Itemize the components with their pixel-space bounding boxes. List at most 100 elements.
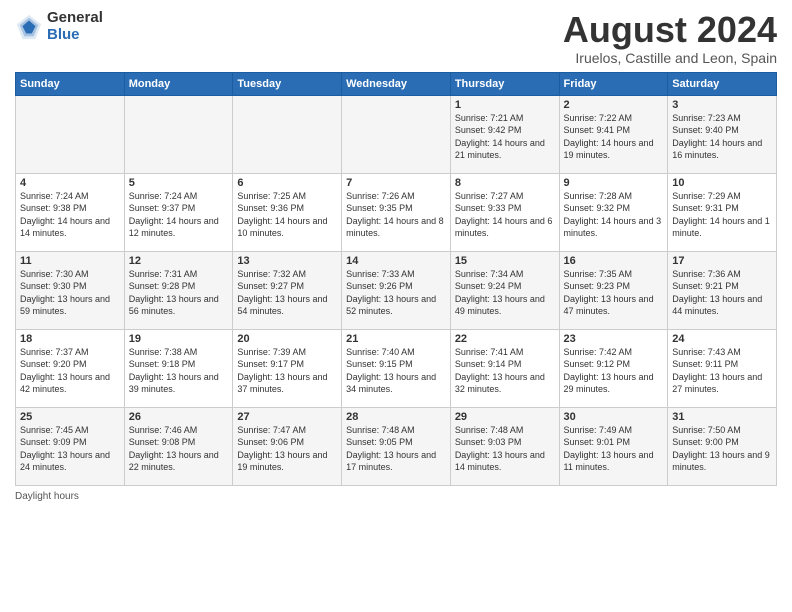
col-tuesday: Tuesday xyxy=(233,72,342,95)
col-saturday: Saturday xyxy=(668,72,777,95)
day-info: Sunrise: 7:23 AM Sunset: 9:40 PM Dayligh… xyxy=(672,112,772,162)
day-cell: 5Sunrise: 7:24 AM Sunset: 9:37 PM Daylig… xyxy=(124,173,233,251)
day-cell: 2Sunrise: 7:22 AM Sunset: 9:41 PM Daylig… xyxy=(559,95,668,173)
col-thursday: Thursday xyxy=(450,72,559,95)
day-cell: 8Sunrise: 7:27 AM Sunset: 9:33 PM Daylig… xyxy=(450,173,559,251)
day-info: Sunrise: 7:27 AM Sunset: 9:33 PM Dayligh… xyxy=(455,190,555,240)
day-number: 21 xyxy=(346,333,446,345)
day-number: 29 xyxy=(455,411,555,423)
day-number: 27 xyxy=(237,411,337,423)
day-number: 30 xyxy=(564,411,664,423)
day-cell: 29Sunrise: 7:48 AM Sunset: 9:03 PM Dayli… xyxy=(450,407,559,485)
day-info: Sunrise: 7:50 AM Sunset: 9:00 PM Dayligh… xyxy=(672,424,772,474)
day-info: Sunrise: 7:29 AM Sunset: 9:31 PM Dayligh… xyxy=(672,190,772,240)
day-number: 4 xyxy=(20,177,120,189)
day-cell: 26Sunrise: 7:46 AM Sunset: 9:08 PM Dayli… xyxy=(124,407,233,485)
day-cell: 1Sunrise: 7:21 AM Sunset: 9:42 PM Daylig… xyxy=(450,95,559,173)
logo-text: General Blue xyxy=(47,10,103,43)
day-info: Sunrise: 7:24 AM Sunset: 9:37 PM Dayligh… xyxy=(129,190,229,240)
day-info: Sunrise: 7:24 AM Sunset: 9:38 PM Dayligh… xyxy=(20,190,120,240)
day-cell: 31Sunrise: 7:50 AM Sunset: 9:00 PM Dayli… xyxy=(668,407,777,485)
day-number: 24 xyxy=(672,333,772,345)
day-number: 12 xyxy=(129,255,229,267)
day-cell: 14Sunrise: 7:33 AM Sunset: 9:26 PM Dayli… xyxy=(342,251,451,329)
day-info: Sunrise: 7:48 AM Sunset: 9:03 PM Dayligh… xyxy=(455,424,555,474)
day-info: Sunrise: 7:48 AM Sunset: 9:05 PM Dayligh… xyxy=(346,424,446,474)
day-cell: 22Sunrise: 7:41 AM Sunset: 9:14 PM Dayli… xyxy=(450,329,559,407)
week-row-3: 18Sunrise: 7:37 AM Sunset: 9:20 PM Dayli… xyxy=(16,329,777,407)
day-info: Sunrise: 7:35 AM Sunset: 9:23 PM Dayligh… xyxy=(564,268,664,318)
calendar-table: Sunday Monday Tuesday Wednesday Thursday… xyxy=(15,72,777,486)
day-number: 5 xyxy=(129,177,229,189)
day-number: 8 xyxy=(455,177,555,189)
logo: General Blue xyxy=(15,10,103,43)
week-row-1: 4Sunrise: 7:24 AM Sunset: 9:38 PM Daylig… xyxy=(16,173,777,251)
day-cell: 18Sunrise: 7:37 AM Sunset: 9:20 PM Dayli… xyxy=(16,329,125,407)
day-cell: 25Sunrise: 7:45 AM Sunset: 9:09 PM Dayli… xyxy=(16,407,125,485)
day-cell xyxy=(233,95,342,173)
day-number: 6 xyxy=(237,177,337,189)
day-info: Sunrise: 7:28 AM Sunset: 9:32 PM Dayligh… xyxy=(564,190,664,240)
day-cell: 13Sunrise: 7:32 AM Sunset: 9:27 PM Dayli… xyxy=(233,251,342,329)
day-info: Sunrise: 7:25 AM Sunset: 9:36 PM Dayligh… xyxy=(237,190,337,240)
day-number: 3 xyxy=(672,99,772,111)
day-info: Sunrise: 7:22 AM Sunset: 9:41 PM Dayligh… xyxy=(564,112,664,162)
day-info: Sunrise: 7:31 AM Sunset: 9:28 PM Dayligh… xyxy=(129,268,229,318)
day-number: 15 xyxy=(455,255,555,267)
calendar-subtitle: Iruelos, Castille and Leon, Spain xyxy=(563,50,777,66)
day-cell: 12Sunrise: 7:31 AM Sunset: 9:28 PM Dayli… xyxy=(124,251,233,329)
day-number: 19 xyxy=(129,333,229,345)
day-cell: 20Sunrise: 7:39 AM Sunset: 9:17 PM Dayli… xyxy=(233,329,342,407)
day-cell: 11Sunrise: 7:30 AM Sunset: 9:30 PM Dayli… xyxy=(16,251,125,329)
day-cell: 16Sunrise: 7:35 AM Sunset: 9:23 PM Dayli… xyxy=(559,251,668,329)
day-cell xyxy=(16,95,125,173)
day-cell: 30Sunrise: 7:49 AM Sunset: 9:01 PM Dayli… xyxy=(559,407,668,485)
week-row-2: 11Sunrise: 7:30 AM Sunset: 9:30 PM Dayli… xyxy=(16,251,777,329)
col-sunday: Sunday xyxy=(16,72,125,95)
day-info: Sunrise: 7:34 AM Sunset: 9:24 PM Dayligh… xyxy=(455,268,555,318)
day-number: 28 xyxy=(346,411,446,423)
day-info: Sunrise: 7:30 AM Sunset: 9:30 PM Dayligh… xyxy=(20,268,120,318)
day-info: Sunrise: 7:36 AM Sunset: 9:21 PM Dayligh… xyxy=(672,268,772,318)
day-cell: 28Sunrise: 7:48 AM Sunset: 9:05 PM Dayli… xyxy=(342,407,451,485)
day-number: 25 xyxy=(20,411,120,423)
day-cell: 21Sunrise: 7:40 AM Sunset: 9:15 PM Dayli… xyxy=(342,329,451,407)
day-info: Sunrise: 7:26 AM Sunset: 9:35 PM Dayligh… xyxy=(346,190,446,240)
day-info: Sunrise: 7:45 AM Sunset: 9:09 PM Dayligh… xyxy=(20,424,120,474)
logo-general: General xyxy=(47,10,103,27)
day-info: Sunrise: 7:39 AM Sunset: 9:17 PM Dayligh… xyxy=(237,346,337,396)
day-info: Sunrise: 7:38 AM Sunset: 9:18 PM Dayligh… xyxy=(129,346,229,396)
day-info: Sunrise: 7:43 AM Sunset: 9:11 PM Dayligh… xyxy=(672,346,772,396)
week-row-4: 25Sunrise: 7:45 AM Sunset: 9:09 PM Dayli… xyxy=(16,407,777,485)
day-cell xyxy=(342,95,451,173)
main-container: General Blue August 2024 Iruelos, Castil… xyxy=(0,0,792,612)
day-cell: 24Sunrise: 7:43 AM Sunset: 9:11 PM Dayli… xyxy=(668,329,777,407)
day-info: Sunrise: 7:46 AM Sunset: 9:08 PM Dayligh… xyxy=(129,424,229,474)
day-number: 2 xyxy=(564,99,664,111)
day-number: 16 xyxy=(564,255,664,267)
day-cell: 4Sunrise: 7:24 AM Sunset: 9:38 PM Daylig… xyxy=(16,173,125,251)
day-cell: 7Sunrise: 7:26 AM Sunset: 9:35 PM Daylig… xyxy=(342,173,451,251)
day-number: 18 xyxy=(20,333,120,345)
day-cell: 3Sunrise: 7:23 AM Sunset: 9:40 PM Daylig… xyxy=(668,95,777,173)
day-number: 31 xyxy=(672,411,772,423)
day-info: Sunrise: 7:33 AM Sunset: 9:26 PM Dayligh… xyxy=(346,268,446,318)
logo-blue: Blue xyxy=(47,27,103,44)
day-cell: 9Sunrise: 7:28 AM Sunset: 9:32 PM Daylig… xyxy=(559,173,668,251)
day-number: 11 xyxy=(20,255,120,267)
col-wednesday: Wednesday xyxy=(342,72,451,95)
day-info: Sunrise: 7:47 AM Sunset: 9:06 PM Dayligh… xyxy=(237,424,337,474)
day-cell: 23Sunrise: 7:42 AM Sunset: 9:12 PM Dayli… xyxy=(559,329,668,407)
day-info: Sunrise: 7:42 AM Sunset: 9:12 PM Dayligh… xyxy=(564,346,664,396)
daylight-label: Daylight hours xyxy=(15,491,79,502)
day-number: 9 xyxy=(564,177,664,189)
day-cell: 10Sunrise: 7:29 AM Sunset: 9:31 PM Dayli… xyxy=(668,173,777,251)
day-number: 22 xyxy=(455,333,555,345)
day-info: Sunrise: 7:49 AM Sunset: 9:01 PM Dayligh… xyxy=(564,424,664,474)
day-info: Sunrise: 7:40 AM Sunset: 9:15 PM Dayligh… xyxy=(346,346,446,396)
day-number: 26 xyxy=(129,411,229,423)
day-info: Sunrise: 7:21 AM Sunset: 9:42 PM Dayligh… xyxy=(455,112,555,162)
col-monday: Monday xyxy=(124,72,233,95)
day-number: 14 xyxy=(346,255,446,267)
week-row-0: 1Sunrise: 7:21 AM Sunset: 9:42 PM Daylig… xyxy=(16,95,777,173)
